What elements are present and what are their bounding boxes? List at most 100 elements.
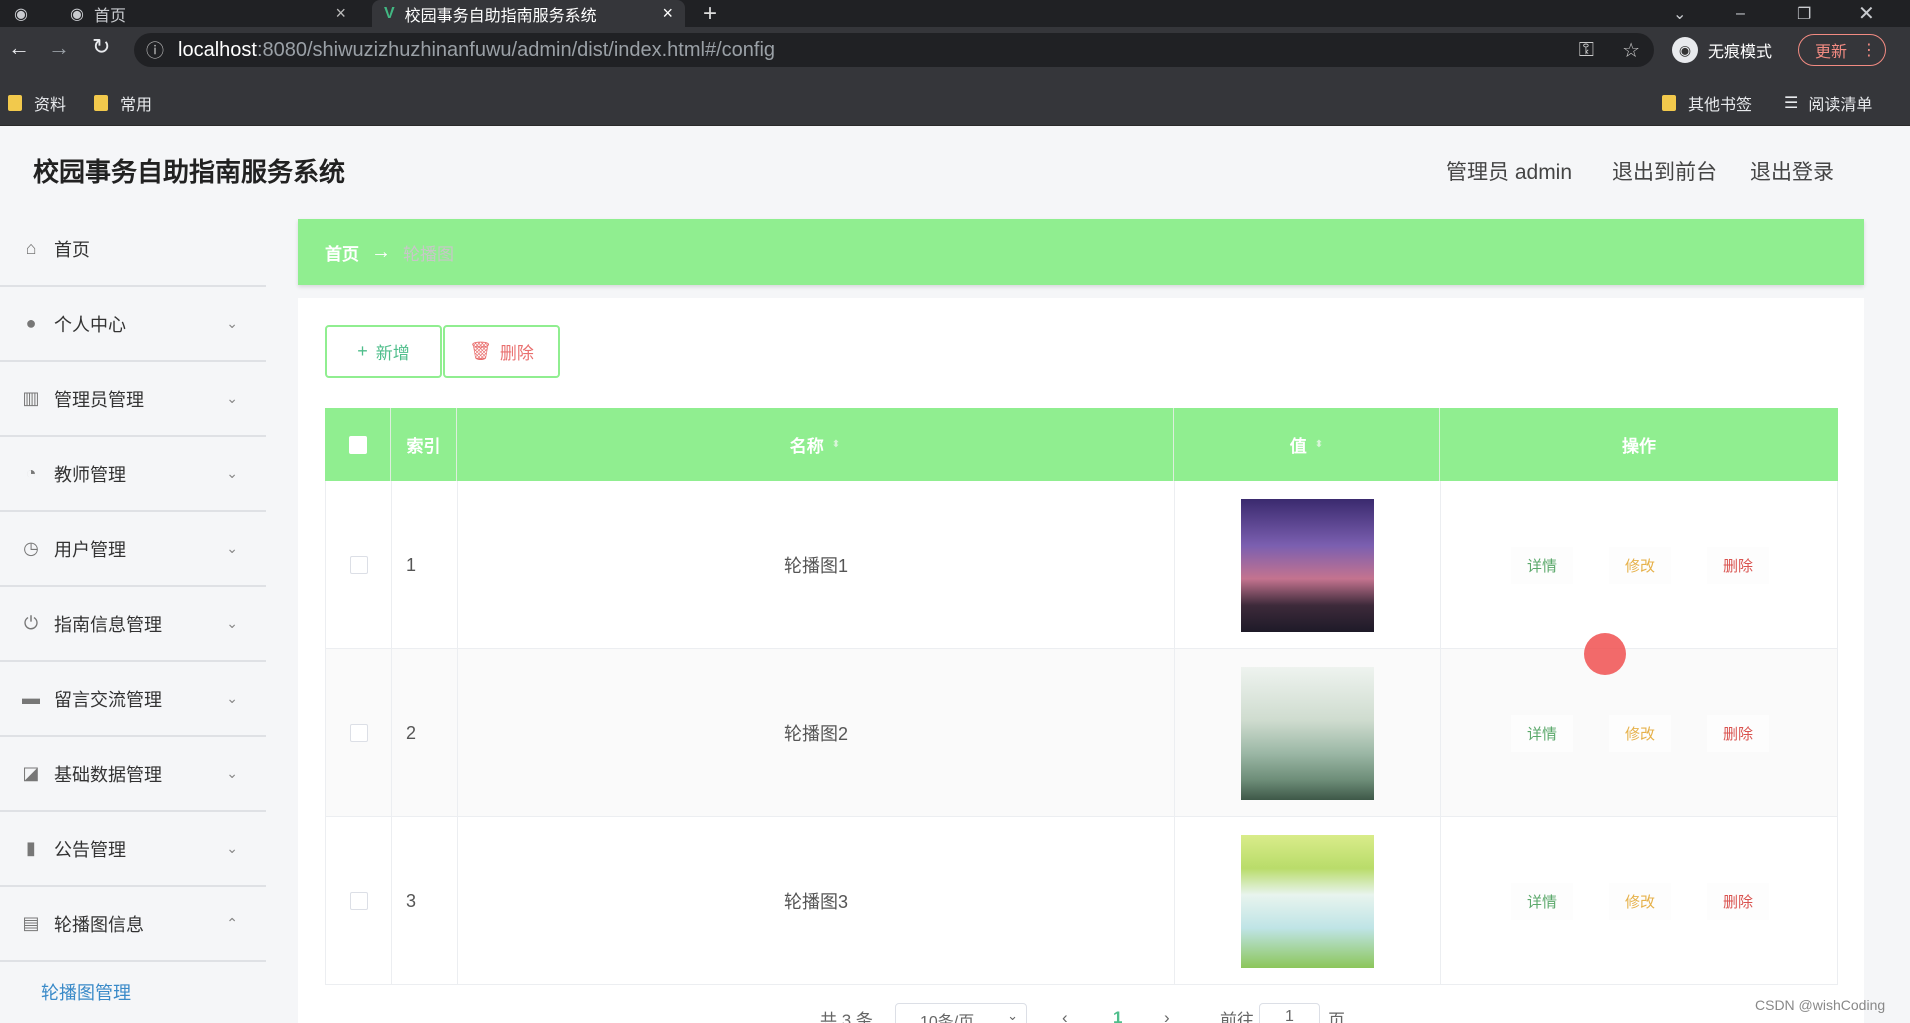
sidebar-item-users[interactable]: ◷ 用户管理 ⌄: [0, 512, 266, 587]
delete-button-label: 删除: [499, 344, 534, 363]
sidebar-item-notices[interactable]: ▮ 公告管理 ⌄: [0, 812, 266, 887]
row-name: 轮播图1: [458, 481, 1175, 649]
key-icon[interactable]: ⚿: [1579, 39, 1594, 62]
row-delete-button[interactable]: 删除: [1707, 546, 1770, 584]
row-checkbox[interactable]: [349, 892, 368, 910]
cursor-highlight: [1584, 633, 1626, 675]
bookmark-folder[interactable]: 常用: [94, 91, 152, 115]
sidebar-item-label: 教师管理: [54, 464, 126, 485]
column-header-value[interactable]: 值 ⬍: [1174, 408, 1440, 481]
table-row: 2 轮播图2 详情 修改 删除: [325, 649, 1838, 817]
sidebar-item-teachers[interactable]: ◔ 教师管理 ⌄: [0, 437, 266, 512]
restore-icon[interactable]: ❐: [1797, 0, 1817, 27]
url-path: :8080/shiwuzizhuzhinanfuwu/admin/dist/in…: [256, 38, 776, 61]
update-label: 更新: [1815, 44, 1848, 61]
next-page-icon[interactable]: ›: [1164, 1005, 1170, 1023]
sidebar-item-profile[interactable]: ● 个人中心 ⌄: [0, 287, 266, 362]
update-button[interactable]: 更新 ⋮: [1798, 34, 1886, 66]
column-header-name[interactable]: 名称 ⬍: [457, 408, 1174, 481]
bookmark-bar: 资料 常用 其他书签 ☰ 阅读清单: [0, 73, 1910, 126]
carousel-thumbnail-image[interactable]: [1241, 666, 1374, 800]
reload-icon[interactable]: ↻: [92, 34, 110, 60]
tab-search-chevron-icon[interactable]: ⌄: [1673, 0, 1693, 27]
chevron-down-icon: ⌄: [226, 690, 238, 706]
view-button[interactable]: 详情: [1510, 546, 1573, 584]
sidebar-subitem-carousel-manage[interactable]: 轮播图管理: [41, 979, 131, 1005]
minimize-icon[interactable]: –: [1736, 0, 1756, 27]
page-size-select[interactable]: 10条/页 ⌄: [895, 1003, 1027, 1023]
sidebar: ⌂ 首页 ● 个人中心 ⌄ ▥ 管理员管理 ⌄ ◔ 教师管理 ⌄ ◷ 用户管理 …: [0, 212, 266, 1023]
chevron-down-icon: ⌄: [226, 840, 238, 856]
delete-button[interactable]: 🗑 删除: [443, 325, 560, 378]
folder-icon: [1662, 95, 1676, 111]
sort-icon[interactable]: ⬍: [1315, 439, 1323, 450]
message-icon: ▤: [22, 913, 40, 933]
view-button[interactable]: 详情: [1510, 714, 1573, 752]
edit-button[interactable]: 修改: [1608, 882, 1671, 920]
plus-icon: +: [357, 341, 368, 361]
chevron-down-icon: ⌄: [226, 765, 238, 781]
incognito-badge[interactable]: ◉ 无痕模式: [1672, 34, 1772, 66]
chevron-down-icon: ⌄: [226, 315, 238, 331]
row-actions: 详情 修改 删除: [1441, 481, 1839, 649]
logout-link[interactable]: 退出登录: [1750, 156, 1834, 186]
page-number-current[interactable]: 1: [1113, 1005, 1122, 1023]
table-header: 索引 名称 ⬍ 值 ⬍ 操作: [325, 408, 1838, 481]
sidebar-item-base-data[interactable]: ◪ 基础数据管理 ⌄: [0, 737, 266, 812]
row-checkbox[interactable]: [349, 556, 368, 574]
row-checkbox[interactable]: [349, 724, 368, 742]
edit-button[interactable]: 修改: [1608, 714, 1671, 752]
briefcase-icon: ▬: [22, 688, 40, 708]
dashboard-icon: ◔: [25, 463, 37, 483]
row-value-cell: [1175, 817, 1441, 985]
carousel-thumbnail-image[interactable]: [1241, 498, 1374, 632]
site-info-icon[interactable]: ⓘ: [146, 37, 164, 63]
sidebar-item-label: 管理员管理: [54, 389, 144, 410]
row-index: 2: [392, 649, 458, 817]
breadcrumb-home[interactable]: 首页: [325, 240, 359, 265]
column-header-label: 名称: [789, 437, 824, 456]
sidebar-item-guides[interactable]: ⏻ 指南信息管理 ⌄: [0, 587, 266, 662]
incognito-icon: ◉: [1672, 37, 1698, 63]
bookmark-label: 资料: [34, 97, 67, 114]
row-delete-button[interactable]: 删除: [1707, 882, 1770, 920]
sort-icon[interactable]: ⬍: [832, 439, 840, 450]
row-name: 轮播图2: [458, 649, 1175, 817]
star-icon[interactable]: ☆: [1622, 38, 1640, 63]
goto-page-input[interactable]: 1: [1259, 1003, 1320, 1023]
column-header-label: 值: [1289, 437, 1307, 456]
url-input[interactable]: ⓘ localhost:8080/shiwuzizhuzhinanfuwu/ad…: [134, 33, 1654, 67]
carousel-thumbnail-image[interactable]: [1241, 834, 1374, 968]
tab-title: 校园事务自助指南服务系统: [404, 7, 597, 25]
prev-page-icon[interactable]: ‹: [1062, 1005, 1068, 1023]
bookmark-folder[interactable]: 其他书签: [1662, 91, 1752, 115]
row-value-cell: [1175, 649, 1441, 817]
sidebar-item-home[interactable]: ⌂ 首页: [0, 212, 266, 287]
select-all-checkbox[interactable]: [348, 435, 367, 454]
tab-home[interactable]: ◉ 首页 ×: [58, 0, 358, 27]
window-close-icon[interactable]: ✕: [1858, 0, 1878, 27]
row-select-cell: [326, 649, 392, 817]
back-icon[interactable]: ←: [8, 35, 30, 61]
row-actions: 详情 修改 删除: [1441, 649, 1839, 817]
view-button[interactable]: 详情: [1510, 882, 1573, 920]
edit-button[interactable]: 修改: [1608, 546, 1671, 584]
tab-active[interactable]: V 校园事务自助指南服务系统 ×: [372, 0, 685, 27]
sidebar-item-carousel[interactable]: ▤ 轮播图信息 ⌃: [0, 887, 266, 962]
back-to-front-link[interactable]: 退出到前台: [1612, 156, 1717, 186]
sidebar-item-messages[interactable]: ▬ 留言交流管理 ⌄: [0, 662, 266, 737]
forward-icon[interactable]: →: [48, 35, 70, 61]
add-button[interactable]: + 新增: [325, 325, 442, 378]
browser-globe-icon[interactable]: ◉: [14, 0, 44, 27]
row-delete-button[interactable]: 删除: [1707, 714, 1770, 752]
close-icon[interactable]: ×: [662, 3, 673, 24]
app-title: 校园事务自助指南服务系统: [33, 157, 346, 187]
folder-icon: [8, 95, 22, 111]
bookmark-folder[interactable]: 资料: [8, 91, 66, 115]
sidebar-item-admins[interactable]: ▥ 管理员管理 ⌄: [0, 362, 266, 437]
new-tab-icon[interactable]: +: [703, 0, 729, 27]
column-header-index: 索引: [391, 408, 457, 481]
reading-list[interactable]: ☰ 阅读清单: [1784, 91, 1872, 115]
close-icon[interactable]: ×: [335, 3, 346, 24]
chart-line-icon: ◪: [22, 763, 40, 783]
